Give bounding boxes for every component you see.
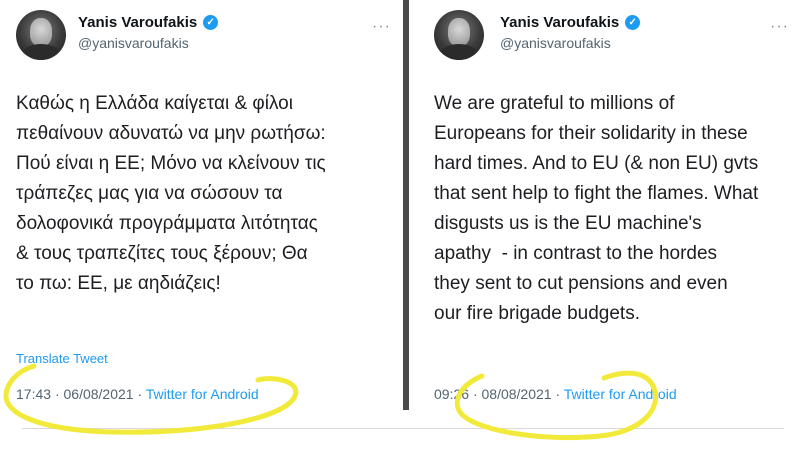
tweet-card-english[interactable]: Yanis Varoufakis ✓ @yanisvaroufakis ··· … [410, 0, 808, 410]
tweet-source-app[interactable]: Twitter for Android [146, 386, 259, 402]
verified-badge-icon: ✓ [625, 15, 641, 30]
meta-separator: · [54, 386, 60, 402]
tweet-meta: 09:26 · 08/08/2021 · Twitter for Android [434, 386, 677, 402]
meta-separator: · [555, 386, 561, 402]
author-name[interactable]: Yanis Varoufakis [78, 14, 197, 31]
meta-separator: · [472, 386, 478, 402]
author-handle[interactable]: @yanisvaroufakis [500, 35, 640, 51]
author-info: Yanis Varoufakis ✓ @yanisvaroufakis [500, 14, 641, 51]
panel-divider [403, 0, 409, 410]
avatar-face [30, 18, 52, 46]
tweet-source-app[interactable]: Twitter for Android [564, 386, 677, 402]
author-name[interactable]: Yanis Varoufakis [500, 14, 619, 31]
more-options-icon[interactable]: ··· [372, 18, 391, 36]
avatar-face [448, 18, 470, 46]
author-info: Yanis Varoufakis ✓ @yanisvaroufakis [78, 14, 219, 51]
tweet-date[interactable]: 06/08/2021 [64, 386, 134, 402]
author-avatar[interactable] [434, 10, 484, 60]
author-avatar[interactable] [16, 10, 66, 60]
more-options-icon[interactable]: ··· [770, 18, 789, 36]
tweet-text: We are grateful to millions of Europeans… [434, 93, 759, 324]
author-handle[interactable]: @yanisvaroufakis [78, 35, 218, 51]
avatar-shoulders [438, 44, 480, 60]
bottom-rule [22, 428, 784, 429]
translate-tweet-link[interactable]: Translate Tweet [16, 351, 108, 366]
avatar-shoulders [20, 44, 62, 60]
verified-badge-icon: ✓ [203, 15, 219, 30]
tweet-date[interactable]: 08/08/2021 [482, 386, 552, 402]
tweet-time[interactable]: 17:43 [16, 386, 51, 402]
tweet-card-greek[interactable]: Yanis Varoufakis ✓ @yanisvaroufakis ··· … [0, 0, 402, 410]
tweet-meta: 17:43 · 06/08/2021 · Twitter for Android [16, 386, 259, 402]
meta-separator: · [137, 386, 143, 402]
tweet-text: Καθώς η Ελλάδα καίγεται & φίλοι πεθαίνου… [16, 93, 326, 294]
tweet-time[interactable]: 09:26 [434, 386, 469, 402]
